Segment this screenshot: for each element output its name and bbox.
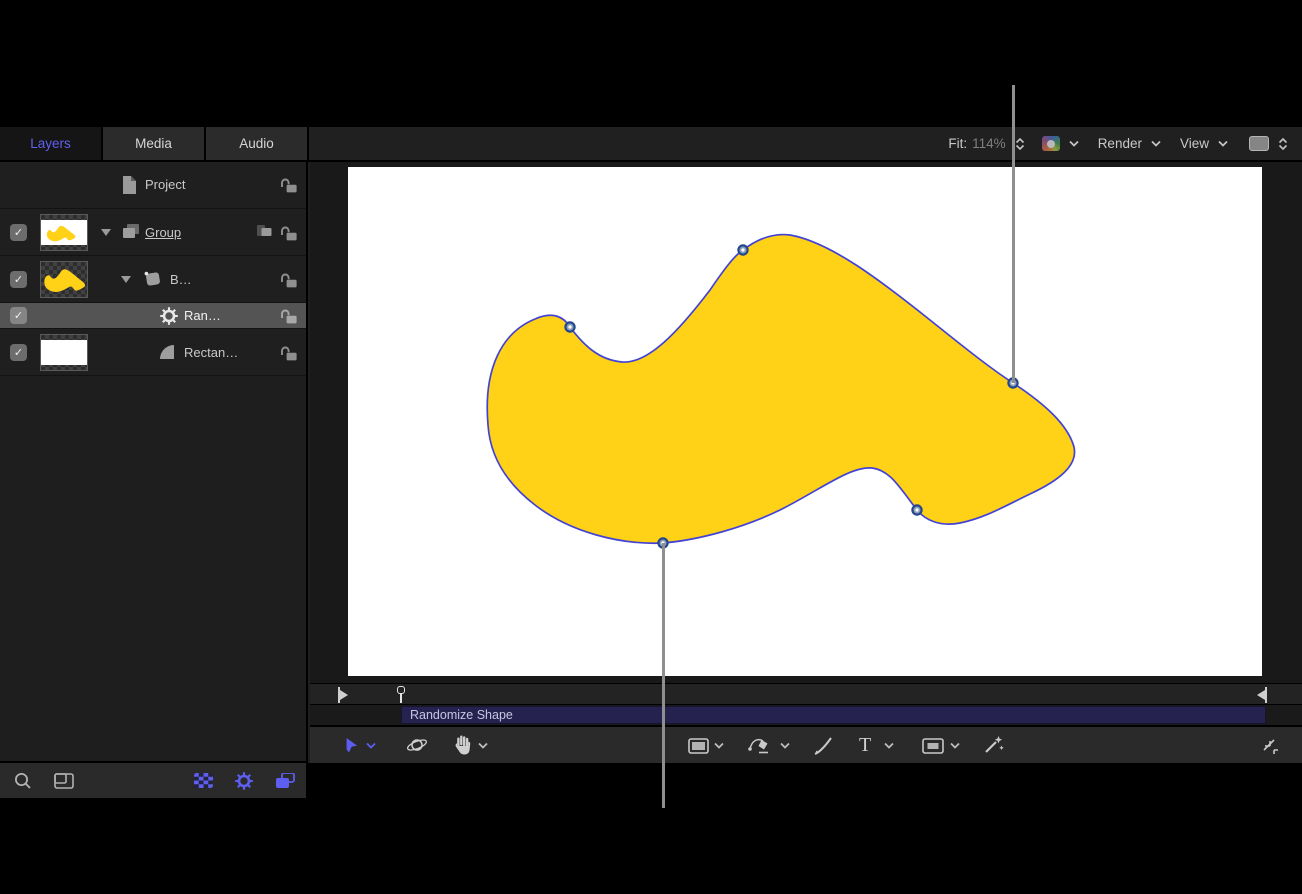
playhead[interactable] xyxy=(397,686,406,703)
layer-name[interactable]: Group xyxy=(145,225,181,240)
layer-name: Project xyxy=(145,177,185,192)
group-icon xyxy=(123,224,140,240)
rectangle-tool-chevron-icon[interactable] xyxy=(714,742,724,749)
window-layout-stepper[interactable] xyxy=(1278,138,1288,150)
pan-tool-chevron-icon[interactable] xyxy=(478,742,488,749)
rectangle-visibility-checkbox[interactable]: ✓ xyxy=(10,344,27,361)
tab-media[interactable]: Media xyxy=(103,127,206,160)
lock-open-icon[interactable] xyxy=(280,177,298,193)
bspline-visibility-checkbox[interactable]: ✓ xyxy=(10,271,27,288)
layer-row-bspline[interactable]: ✓ B… xyxy=(0,256,306,303)
layer-name: Ran… xyxy=(184,308,221,323)
layer-row-randomize-behavior[interactable]: ✓ Ran… xyxy=(0,303,306,329)
top-bar: Layers Media Audio Fit: 114% Render xyxy=(0,127,1302,162)
tab-audio[interactable]: Audio xyxy=(206,127,309,160)
text-tool-chevron-icon[interactable] xyxy=(884,742,894,749)
paint-stroke-tool-icon[interactable] xyxy=(812,735,834,757)
mask-tool-chevron-icon[interactable] xyxy=(950,742,960,749)
lock-open-icon[interactable] xyxy=(280,308,298,324)
pen-tool-chevron-icon[interactable] xyxy=(780,742,790,749)
bspline-shape-icon xyxy=(143,269,161,287)
select-tool-icon[interactable] xyxy=(342,736,359,754)
pan-hand-tool-icon[interactable] xyxy=(454,734,472,755)
timeline-track: Randomize Shape xyxy=(310,705,1302,725)
lock-open-icon[interactable] xyxy=(280,225,298,241)
zoom-stepper[interactable] xyxy=(1015,138,1025,150)
panel-layout-icon[interactable] xyxy=(54,773,74,789)
lock-open-icon[interactable] xyxy=(280,272,298,288)
behavior-bar[interactable]: Randomize Shape xyxy=(401,706,1266,724)
rectangle-thumbnail xyxy=(40,334,88,371)
search-icon[interactable] xyxy=(14,772,32,790)
adjust-item-tool-icon[interactable] xyxy=(984,735,1004,755)
mask-tool-icon[interactable] xyxy=(922,738,944,754)
group-thumbnail xyxy=(40,214,88,251)
render-menu[interactable]: Render xyxy=(1098,136,1142,151)
layer-row-project[interactable]: Project xyxy=(0,162,306,209)
layers-panel-toolbar xyxy=(0,761,306,798)
rectangle-tool-icon[interactable] xyxy=(688,738,709,754)
behavior-bar-label: Randomize Shape xyxy=(410,708,513,722)
view-menu[interactable]: View xyxy=(1180,136,1209,151)
show-filters-icon[interactable] xyxy=(276,773,295,789)
play-range-out-marker[interactable] xyxy=(1256,687,1267,703)
canvas-toolbar: T xyxy=(310,725,1302,763)
select-tool-chevron-icon[interactable] xyxy=(366,742,376,749)
fit-label: Fit: xyxy=(948,136,967,151)
bspline-thumbnail xyxy=(40,261,88,298)
bezier-pen-tool-icon[interactable] xyxy=(748,735,772,756)
show-transparency-icon[interactable] xyxy=(194,773,213,788)
clone-layers-icon[interactable] xyxy=(257,225,273,240)
window-layout-icon[interactable] xyxy=(1249,136,1269,151)
callout-line-bottom xyxy=(662,543,665,808)
layer-name: Rectan… xyxy=(184,345,238,360)
group-visibility-checkbox[interactable]: ✓ xyxy=(10,224,27,241)
layer-row-group[interactable]: ✓ Group xyxy=(0,209,306,256)
control-point xyxy=(738,245,747,254)
expand-timeline-icon[interactable] xyxy=(1260,736,1278,754)
motion-app-window: Layers Media Audio Fit: 114% Render xyxy=(0,0,1302,894)
control-point xyxy=(912,505,921,514)
layer-name: B… xyxy=(170,272,192,287)
layer-row-rectangle[interactable]: ✓ Rectan… xyxy=(0,329,306,376)
color-gamut-chevron-icon[interactable] xyxy=(1069,140,1079,147)
zoom-value[interactable]: 114% xyxy=(972,136,1006,151)
3d-transform-tool-icon[interactable] xyxy=(406,735,428,755)
canvas-area: Randomize Shape xyxy=(310,162,1302,763)
color-gamut-icon[interactable] xyxy=(1042,136,1060,151)
behavior-gear-icon xyxy=(159,306,179,326)
mini-timeline[interactable] xyxy=(310,683,1302,705)
behavior-enable-checkbox[interactable]: ✓ xyxy=(10,307,27,324)
bspline-shape xyxy=(487,235,1074,544)
lock-open-icon[interactable] xyxy=(280,345,298,361)
tab-layers[interactable]: Layers xyxy=(0,127,103,160)
disclosure-triangle-icon[interactable] xyxy=(101,229,111,236)
canvas[interactable] xyxy=(348,167,1262,676)
layers-panel: Project ✓ xyxy=(0,162,308,763)
text-tool-icon[interactable]: T xyxy=(859,734,871,757)
project-document-icon xyxy=(122,176,137,194)
callout-line-top xyxy=(1012,85,1015,383)
render-chevron-icon[interactable] xyxy=(1151,140,1161,147)
view-controls: Fit: 114% Render View xyxy=(948,127,1288,160)
show-behaviors-gear-icon[interactable] xyxy=(234,771,254,791)
rectangle-shape-icon xyxy=(159,344,175,360)
main-window: Layers Media Audio Fit: 114% Render xyxy=(0,127,1302,763)
disclosure-triangle-icon[interactable] xyxy=(121,276,131,283)
view-chevron-icon[interactable] xyxy=(1218,140,1228,147)
control-point xyxy=(565,322,574,331)
